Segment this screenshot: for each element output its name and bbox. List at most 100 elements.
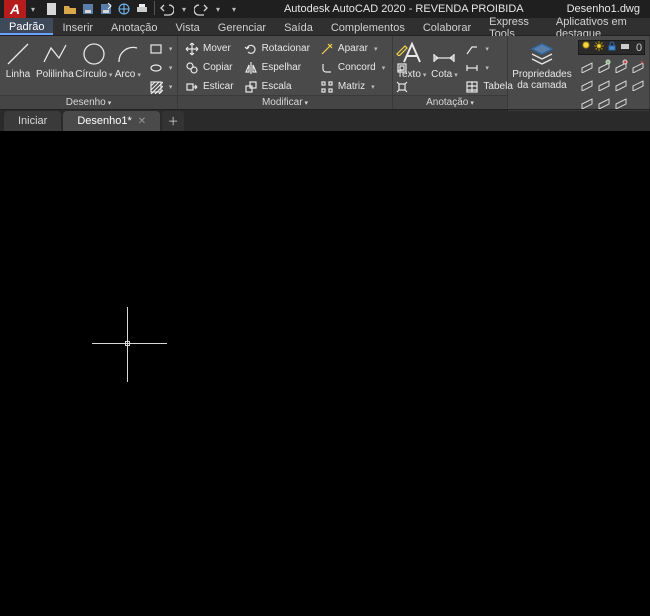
arco-button[interactable]: Arco: [114, 38, 142, 95]
open-icon[interactable]: [62, 1, 78, 17]
bulb-icon: [581, 41, 591, 54]
app-menu-button[interactable]: A: [4, 0, 26, 18]
layer-tool-10[interactable]: [597, 95, 611, 109]
layer-tool-7[interactable]: [614, 77, 628, 91]
aparar-button[interactable]: Aparar: [317, 40, 388, 57]
hatch-icon: [149, 80, 163, 94]
layer-tool-8[interactable]: [631, 77, 645, 91]
layer-tool-3[interactable]: [614, 59, 628, 73]
espelhar-button[interactable]: Espelhar: [241, 59, 313, 76]
lock-icon: [607, 41, 617, 54]
fillet-icon: [320, 61, 334, 75]
rotate-icon: [244, 42, 258, 56]
window-doc-name: Desenho1.dwg: [567, 3, 640, 15]
panel-camadas-title[interactable]: Camadas: [508, 110, 649, 111]
mirror-icon: [244, 61, 258, 75]
matriz-label: Matriz: [338, 81, 365, 92]
rectangle-icon: [149, 42, 163, 56]
tab-gerenciar[interactable]: Gerenciar: [209, 18, 275, 35]
qat-customize-icon[interactable]: ▾: [227, 1, 241, 18]
leader-icon: [465, 42, 479, 56]
table-icon: [465, 80, 479, 94]
circulo-button[interactable]: Círculo: [78, 38, 110, 95]
layer-tool-9[interactable]: [580, 95, 594, 109]
tab-complementos[interactable]: Complementos: [322, 18, 414, 35]
doc-tab-iniciar[interactable]: Iniciar: [4, 111, 61, 131]
escala-label: Escala: [262, 81, 292, 92]
tab-express[interactable]: Express Tools: [480, 18, 547, 35]
ellipse-dropdown[interactable]: [146, 59, 176, 76]
cota-button[interactable]: Cota: [430, 38, 458, 95]
circle-icon: [80, 40, 108, 68]
dim-icon: [465, 61, 479, 75]
mover-label: Mover: [203, 43, 231, 54]
new-icon[interactable]: [44, 1, 60, 17]
doc-tab-label: Iniciar: [18, 115, 47, 127]
cota-label: Cota: [431, 69, 458, 81]
rectangle-dropdown[interactable]: [146, 40, 176, 57]
panel-anotacao-title[interactable]: Anotação: [393, 95, 507, 109]
undo-dropdown-icon[interactable]: ▾: [177, 1, 191, 18]
sun-icon: [594, 41, 604, 54]
redo-dropdown-icon[interactable]: ▾: [211, 1, 225, 18]
layer-properties-icon: [528, 40, 556, 68]
matriz-button[interactable]: Matriz: [317, 78, 388, 95]
esticar-button[interactable]: Esticar: [182, 78, 237, 95]
layer-tool-6[interactable]: [597, 77, 611, 91]
panel-modificar-title[interactable]: Modificar: [178, 95, 392, 109]
rotacionar-label: Rotacionar: [262, 43, 310, 54]
layer-name: 0: [636, 42, 642, 54]
layer-tool-2[interactable]: [597, 59, 611, 73]
layer-tool-4[interactable]: [631, 59, 645, 73]
layer-selector[interactable]: 0: [578, 40, 645, 55]
line-icon: [4, 40, 32, 68]
app-menu-chevron-icon[interactable]: ▾: [26, 1, 40, 18]
doc-tab-desenho1[interactable]: Desenho1* ✕: [63, 111, 160, 131]
concord-label: Concord: [338, 62, 376, 73]
undo-icon[interactable]: [159, 1, 175, 17]
propriedades-camada-button[interactable]: Propriedades da camada: [512, 38, 572, 110]
texto-button[interactable]: Texto: [397, 38, 426, 95]
tab-colaborar[interactable]: Colaborar: [414, 18, 480, 35]
plot-icon[interactable]: [134, 1, 150, 17]
arco-label: Arco: [115, 69, 141, 81]
title-bar: A ▾ ▾ ▾ ▾ Autodesk AutoCAD 2020 - REVEND…: [0, 0, 650, 18]
doc-tab-label: Desenho1*: [77, 115, 131, 127]
esticar-label: Esticar: [203, 81, 234, 92]
hatch-dropdown[interactable]: [146, 78, 176, 95]
quick-access-toolbar: ▾ ▾ ▾: [44, 1, 241, 18]
linha-label: Linha: [6, 69, 30, 80]
escala-button[interactable]: Escala: [241, 78, 313, 95]
linha-button[interactable]: Linha: [4, 38, 32, 95]
ribbon-tab-bar: Padrão Inserir Anotação Vista Gerenciar …: [0, 18, 650, 36]
saveas-icon[interactable]: [98, 1, 114, 17]
layer-tool-1[interactable]: [580, 59, 594, 73]
trim-icon: [320, 42, 334, 56]
tab-inserir[interactable]: Inserir: [53, 18, 102, 35]
webmobile-icon[interactable]: [116, 1, 132, 17]
close-icon[interactable]: ✕: [138, 116, 146, 127]
mover-button[interactable]: Mover: [182, 40, 237, 57]
rotacionar-button[interactable]: Rotacionar: [241, 40, 313, 57]
redo-icon[interactable]: [193, 1, 209, 17]
tab-vista[interactable]: Vista: [167, 18, 209, 35]
concord-button[interactable]: Concord: [317, 59, 388, 76]
doc-tab-add[interactable]: ＋: [162, 111, 184, 131]
prop-camada-label: Propriedades da camada: [512, 69, 572, 91]
panel-desenho-title[interactable]: Desenho: [0, 95, 177, 109]
scale-icon: [244, 80, 258, 94]
tab-saida[interactable]: Saída: [275, 18, 322, 35]
window-title: Autodesk AutoCAD 2020 - REVENDA PROIBIDA: [241, 3, 567, 15]
tab-padrao[interactable]: Padrão: [0, 18, 53, 35]
texto-label: Texto: [397, 69, 426, 81]
save-icon[interactable]: [80, 1, 96, 17]
layer-tool-5[interactable]: [580, 77, 594, 91]
tab-aplicativos[interactable]: Aplicativos em destaque: [547, 18, 650, 35]
text-icon: [398, 40, 426, 68]
polilinha-button[interactable]: Polilinha: [36, 38, 74, 95]
tab-anotacao[interactable]: Anotação: [102, 18, 166, 35]
drawing-canvas[interactable]: [0, 132, 650, 616]
layer-tool-11[interactable]: [614, 95, 628, 109]
copiar-button[interactable]: Copiar: [182, 59, 237, 76]
polyline-icon: [41, 40, 69, 68]
